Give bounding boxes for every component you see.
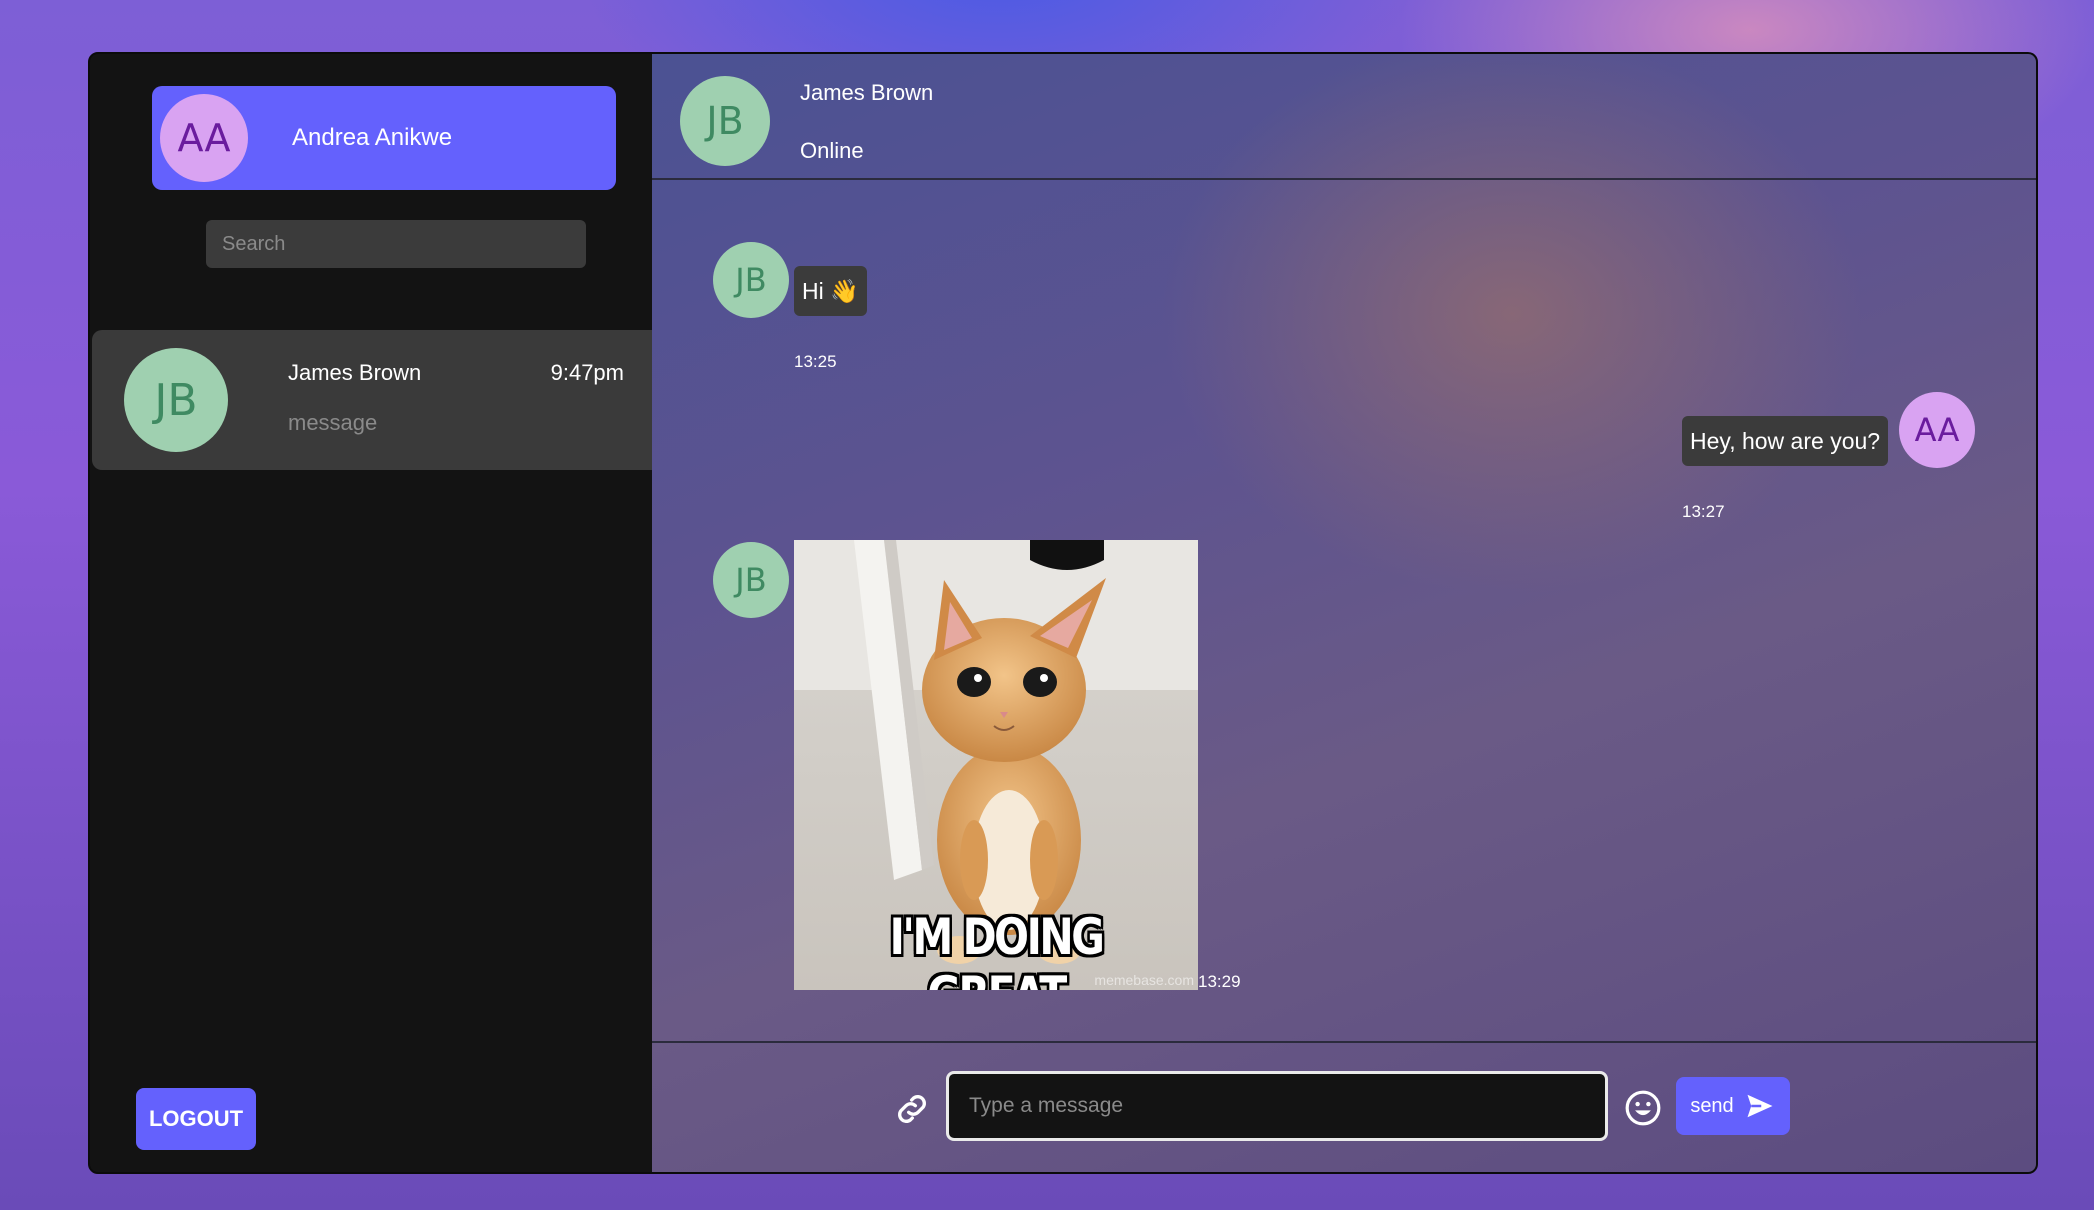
contact-avatar: JB [124,348,228,452]
link-icon[interactable] [892,1089,932,1129]
message-image[interactable]: I'M DOING GREAT memebase.com [794,540,1198,990]
contact-name: James Brown [288,360,422,385]
message-timestamp: 13:29 [1198,972,1241,991]
contact-list-item[interactable]: JB James Brown 9:47pm message [92,330,652,470]
message-bubble: Hey, how are you? [1682,416,1889,466]
chat-header: JB James Brown Online [652,54,2036,180]
chat-panel: JB James Brown Online JB Hi 👋 13:25 Hey,… [652,54,2036,1172]
image-watermark: memebase.com [1094,972,1194,988]
sidebar: AA Andrea Anikwe JB James Brown 9:47pm m… [90,54,652,1172]
logout-button[interactable]: LOGOUT [136,1088,256,1150]
peer-status: Online [800,138,864,163]
current-user-card[interactable]: AA Andrea Anikwe [152,86,616,190]
smiley-icon[interactable] [1624,1089,1662,1127]
message-avatar: JB [713,542,789,618]
contact-last-time: 9:47pm [550,360,624,385]
peer-name: James Brown [800,80,934,105]
search-input[interactable] [206,220,586,268]
paper-plane-icon [1747,1094,1773,1118]
contact-last-message: message [288,410,378,435]
message-timestamp: 13:27 [1682,502,1725,521]
peer-avatar: JB [680,76,770,166]
message-avatar: JB [713,242,789,318]
current-user-name: Andrea Anikwe [292,124,453,151]
message-input[interactable] [946,1071,1608,1141]
message-bubble: Hi 👋 [794,266,867,316]
composer-bar: send [652,1041,2036,1172]
message-avatar: AA [1899,392,1975,468]
send-label: send [1690,1094,1734,1117]
send-button[interactable]: send [1676,1077,1790,1135]
chat-app-window: AA Andrea Anikwe JB James Brown 9:47pm m… [88,52,2038,1174]
current-user-avatar: AA [160,94,248,182]
message-timestamp: 13:25 [794,352,837,371]
